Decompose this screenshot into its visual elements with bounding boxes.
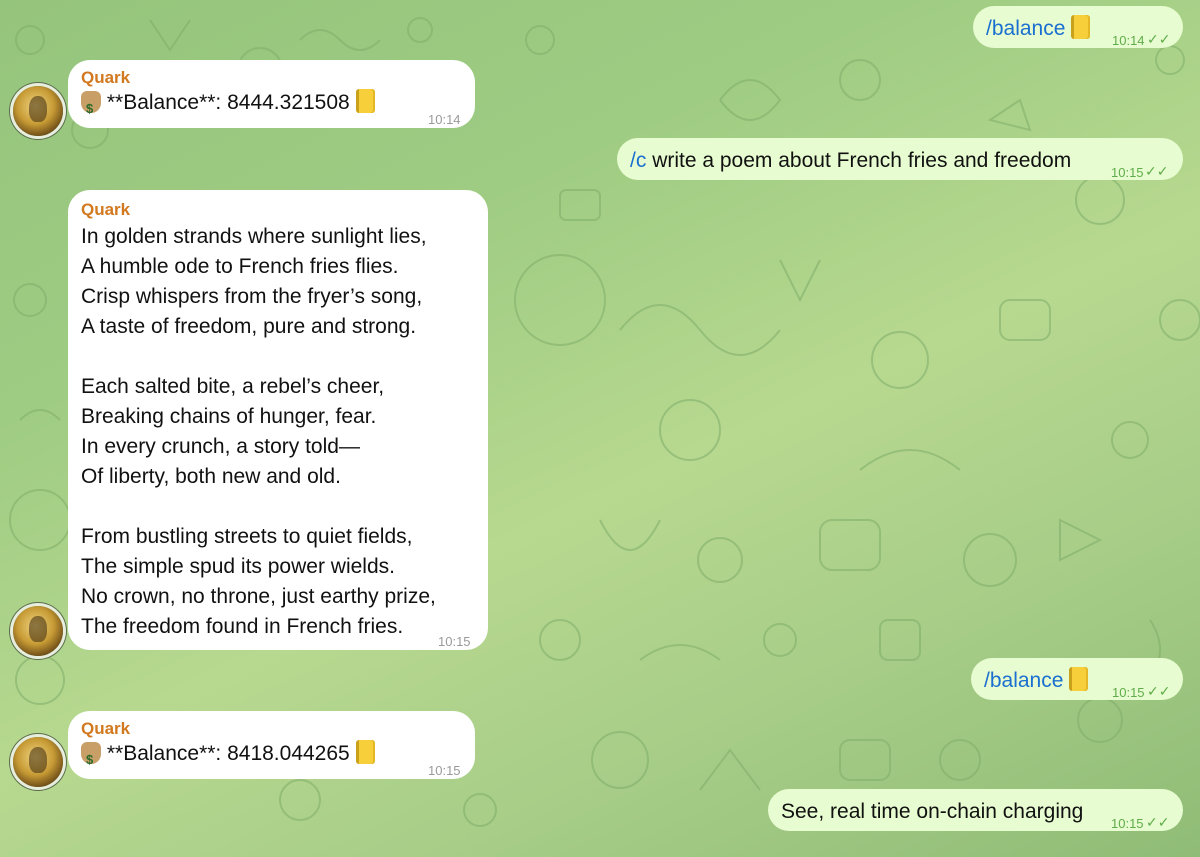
stanza-break [81,342,488,372]
poem-line: In golden strands where sunlight lies, [81,225,427,248]
sender-name[interactable]: Quark [81,719,475,739]
incoming-message-balance-2[interactable]: Quark **Balance**: 8418.044265 10:15 [68,711,475,779]
command-link[interactable]: /balance [984,669,1063,692]
poem-line: The simple spud its power wields. [81,555,395,578]
ledger-icon [355,740,375,764]
poem-line: Of liberty, both new and old. [81,465,341,488]
poem-line: Crisp whispers from the fryer’s song, [81,285,423,308]
poem-line: From bustling streets to quiet fields, [81,525,413,548]
incoming-message-poem[interactable]: Quark In golden strands where sunlight l… [68,190,488,650]
poem-line: Each salted bite, a rebel’s cheer, [81,375,385,398]
ledger-icon [1071,15,1091,39]
message-text: write a poem about French fries and free… [652,149,1072,172]
outgoing-message-text[interactable]: See, real time on-chain charging 10:15 ✓… [768,789,1183,831]
message-text: **Balance**: 8444.321508 [106,91,350,114]
sender-name[interactable]: Quark [81,200,488,220]
read-checkmarks-icon: ✓✓ [1145,163,1169,179]
poem-line: A humble ode to French fries flies. [81,255,399,278]
poem-line: In every crunch, a story told— [81,435,360,458]
message-time: 10:15 [428,763,461,778]
poem-line: No crown, no throne, just earthy prize, [81,585,436,608]
outgoing-message-balance-2[interactable]: /balance 10:15 ✓✓ [971,658,1183,700]
chat-area[interactable]: /balance 10:14 ✓✓ Quark **Balance**: 844… [0,0,1200,857]
message-text: See, real time on-chain charging [781,800,1084,823]
message-time: 10:14 [428,112,461,127]
quark-avatar[interactable] [13,86,63,136]
stanza-break [81,492,488,522]
read-checkmarks-icon: ✓✓ [1147,31,1171,47]
read-checkmarks-icon: ✓✓ [1147,683,1171,699]
message-time: 10:15 [1112,685,1145,700]
poem-line: Breaking chains of hunger, fear. [81,405,377,428]
poem-line: The freedom found in French fries. [81,615,404,638]
ledger-icon [355,89,375,113]
outgoing-message-poem-request[interactable]: /c write a poem about French fries and f… [617,138,1183,180]
incoming-message-balance-1[interactable]: Quark **Balance**: 8444.321508 10:14 [68,60,475,128]
command-link[interactable]: /c [630,149,646,172]
quark-avatar[interactable] [13,737,63,787]
command-link[interactable]: /balance [986,17,1065,40]
outgoing-message-balance-1[interactable]: /balance 10:14 ✓✓ [973,6,1183,48]
message-time: 10:15 [438,634,471,649]
read-checkmarks-icon: ✓✓ [1146,814,1170,830]
message-time: 10:15 [1111,816,1144,831]
ledger-icon [1069,667,1089,691]
sender-name[interactable]: Quark [81,68,475,88]
money-bag-icon [81,742,101,775]
message-time: 10:15 [1111,165,1144,180]
quark-avatar[interactable] [13,606,63,656]
message-time: 10:14 [1112,33,1145,48]
message-text: **Balance**: 8418.044265 [106,742,350,765]
money-bag-icon [81,91,101,124]
poem-line: A taste of freedom, pure and strong. [81,315,417,338]
